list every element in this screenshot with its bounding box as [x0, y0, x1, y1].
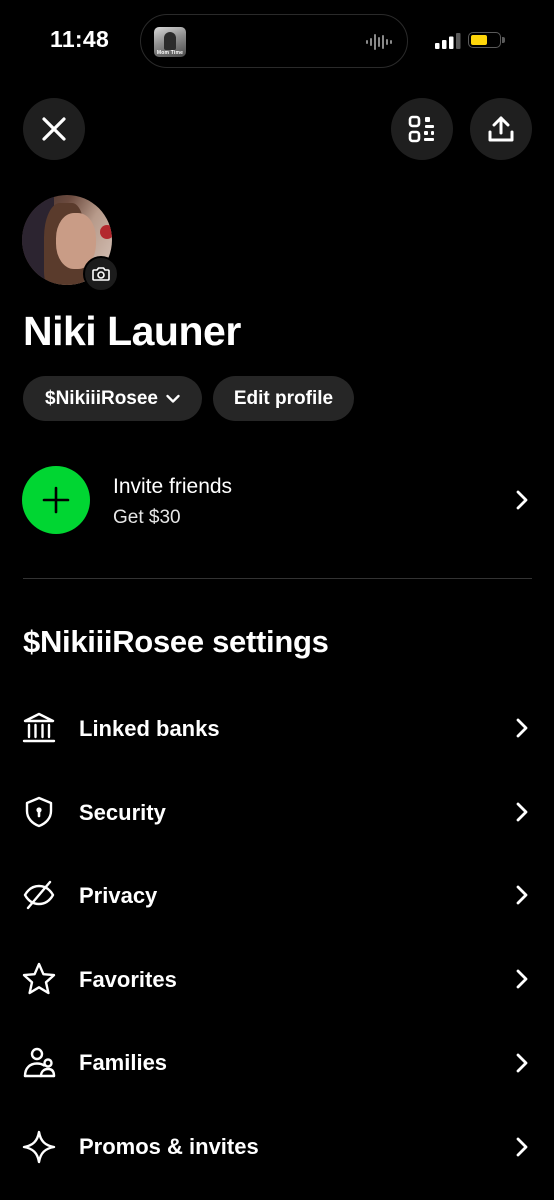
now-playing-art-text: Mom Time	[156, 50, 184, 56]
divider	[23, 578, 532, 579]
share-button[interactable]	[470, 98, 532, 160]
settings-title: $NikiiiRosee settings	[23, 624, 329, 659]
eye-off-icon	[23, 880, 55, 910]
close-button[interactable]	[23, 98, 85, 160]
chevron-right-icon	[516, 885, 528, 905]
edit-profile-label: Edit profile	[233, 387, 334, 409]
settings-item-label: Promos & invites	[79, 1134, 259, 1159]
battery-cap	[502, 37, 505, 43]
cashtag-dropdown[interactable]: $NikiiiRosee	[23, 376, 202, 421]
sparkle-icon	[22, 1130, 56, 1164]
invite-plus-button[interactable]	[22, 466, 90, 534]
settings-item-label: Linked banks	[79, 716, 220, 741]
qr-code-button[interactable]	[391, 98, 453, 160]
battery-icon	[468, 32, 501, 48]
settings-item-label: Families	[79, 1050, 168, 1075]
cashtag-label: $NikiiiRosee	[45, 387, 158, 409]
star-icon	[22, 962, 56, 995]
chevron-right-icon	[516, 969, 528, 989]
family-icon	[23, 1047, 56, 1078]
settings-item-label: Privacy	[79, 883, 158, 908]
edit-profile-button[interactable]: Edit profile	[213, 376, 354, 421]
invite-title: Invite friends	[113, 475, 233, 498]
chevron-right-icon	[516, 490, 528, 510]
cellular-signal-icon	[435, 33, 461, 49]
settings-item-label: Favorites	[79, 967, 177, 992]
chevron-right-icon	[516, 1053, 528, 1073]
settings-item-label: Security	[79, 800, 166, 825]
now-playing-artwork: Mom Time	[154, 27, 186, 57]
audio-waveform-icon	[366, 34, 392, 50]
change-photo-button[interactable]	[83, 256, 119, 292]
camera-icon	[92, 267, 110, 281]
battery-level-fill	[471, 35, 487, 45]
chevron-right-icon	[516, 718, 528, 738]
invite-subtitle: Get $30	[113, 507, 181, 528]
chevron-right-icon	[516, 802, 528, 822]
close-icon	[42, 117, 66, 141]
chevron-right-icon	[516, 1137, 528, 1157]
qr-scan-icon	[408, 115, 434, 143]
plus-icon	[42, 486, 70, 514]
status-time: 11:48	[50, 26, 110, 52]
shield-icon	[25, 796, 53, 828]
bank-icon	[22, 712, 56, 743]
profile-name: Niki Launer	[23, 308, 241, 354]
share-icon	[488, 116, 514, 142]
dynamic-island[interactable]: Mom Time	[140, 14, 408, 68]
chevron-down-icon	[166, 394, 180, 403]
